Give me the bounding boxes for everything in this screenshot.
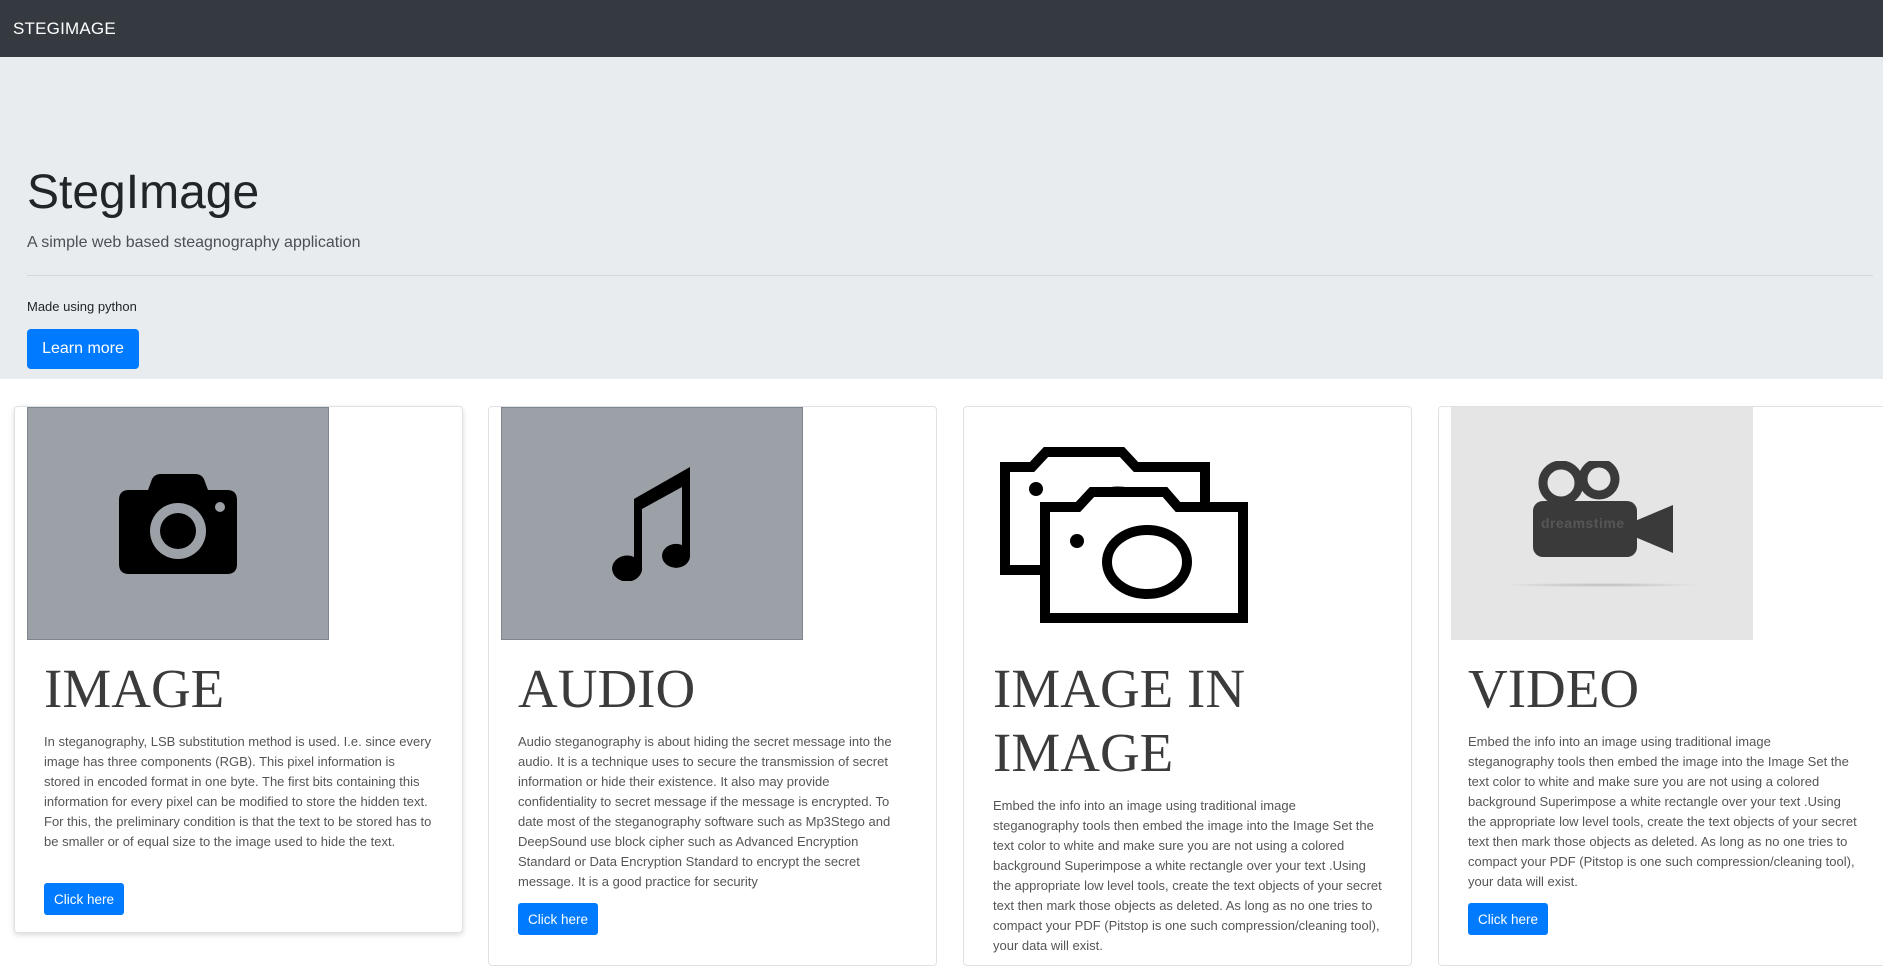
- video-shadow: [1507, 582, 1697, 587]
- camera-icon: [119, 473, 237, 574]
- jumbotron: StegImage A simple web based steagnograp…: [0, 57, 1883, 379]
- card-title: IMAGE: [44, 658, 225, 719]
- learn-more-button[interactable]: Learn more: [27, 329, 139, 369]
- card-title: VIDEO: [1468, 658, 1640, 719]
- card-image: IMAGE In steganography, LSB substitution…: [14, 406, 463, 933]
- navbar-brand[interactable]: STEGIMAGE: [13, 19, 116, 39]
- card-text: Embed the info into an image using tradi…: [993, 798, 1382, 953]
- card-deck: IMAGE In steganography, LSB substitution…: [0, 406, 1883, 966]
- page-title: StegImage: [27, 166, 260, 219]
- double-camera-icon: [1000, 447, 1248, 623]
- music-note-icon: [612, 466, 691, 581]
- card-text: In steganography, LSB substitution metho…: [44, 734, 432, 849]
- navbar: STEGIMAGE: [0, 0, 1883, 57]
- card-title: AUDIO: [518, 658, 696, 719]
- card-audio-thumbnail: [501, 407, 803, 640]
- card-image-thumbnail: [27, 407, 329, 640]
- video-click-here-button[interactable]: Click here: [1468, 903, 1548, 935]
- card-video: dreamstime VIDEO Embed the info into an …: [1438, 406, 1883, 966]
- divider: [27, 275, 1873, 276]
- video-camera-icon: [1533, 460, 1673, 557]
- watermark: dreamstime: [1541, 515, 1625, 531]
- made-with-text: Made using python: [27, 299, 137, 314]
- audio-click-here-button[interactable]: Click here: [518, 903, 598, 935]
- card-audio: AUDIO Audio steganography is about hidin…: [488, 406, 937, 966]
- card-image-in-image-thumbnail: [999, 435, 1249, 635]
- card-title: IMAGE IN IMAGE: [993, 658, 1246, 783]
- card-text: Audio steganography is about hiding the …: [518, 734, 892, 889]
- page-subtitle: A simple web based steagnography applica…: [27, 234, 361, 251]
- card-text: Embed the info into an image using tradi…: [1468, 734, 1857, 889]
- card-image-in-image: IMAGE IN IMAGE Embed the info into an im…: [963, 406, 1412, 966]
- image-click-here-button[interactable]: Click here: [44, 883, 124, 915]
- card-video-thumbnail: dreamstime: [1451, 407, 1753, 640]
